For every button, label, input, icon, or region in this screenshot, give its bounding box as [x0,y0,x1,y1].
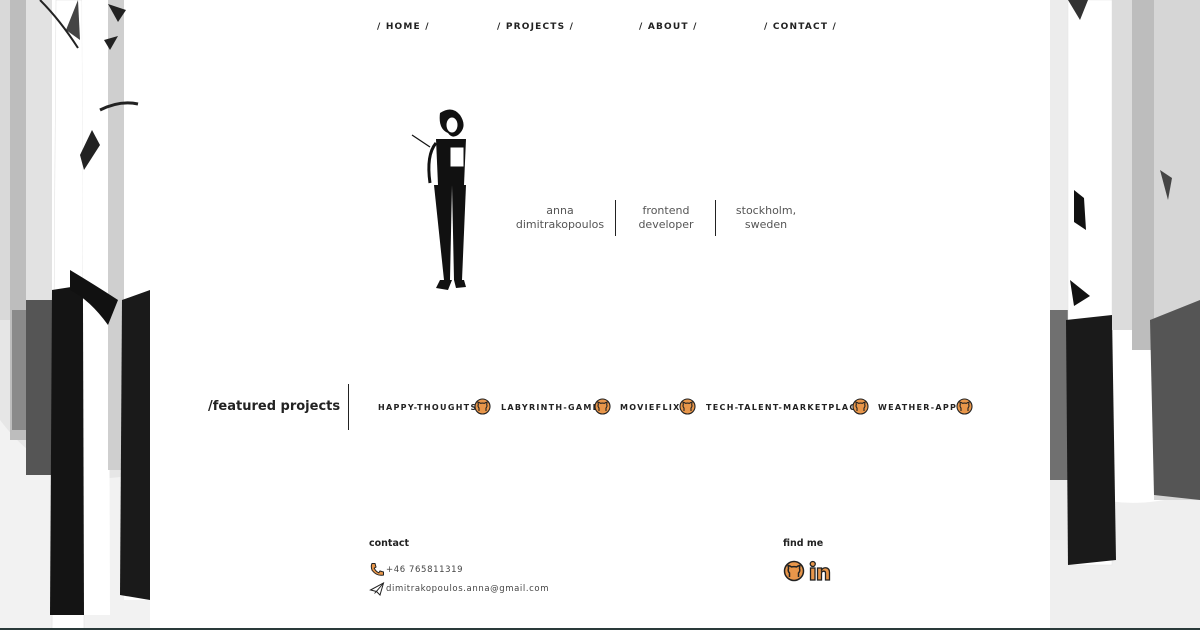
nav-projects[interactable]: / PROJECTS / [497,22,574,32]
contact-phone[interactable]: +46 765811319 [386,565,463,575]
featured-projects-title: /featured projects [208,399,341,414]
featured-divider [348,384,349,430]
contact-heading: contact [369,538,410,549]
github-icon[interactable] [852,398,869,415]
hero-role: frontend developer [638,204,694,231]
project-weather-app[interactable]: WEATHER-APP [878,403,957,412]
nav-about[interactable]: / ABOUT / [639,22,698,32]
nav-home[interactable]: / HOME / [377,22,430,32]
contact-email[interactable]: dimitrakopoulos.anna@gmail.com [386,584,549,594]
forest-illustration-left [0,0,150,630]
forest-illustration-right [1050,0,1200,630]
linkedin-icon[interactable] [809,560,831,582]
phone-icon [369,562,385,578]
developer-illustration [408,105,478,300]
find-me-heading: find me [783,538,824,549]
project-happy-thoughts[interactable]: HAPPY-THOUGHTS [378,403,478,412]
hero-name: anna dimitrakopoulos [515,204,605,231]
github-icon[interactable] [956,398,973,415]
hero-location: stockholm, sweden [735,204,797,231]
github-icon[interactable] [474,398,491,415]
nav-contact[interactable]: / CONTACT / [764,22,837,32]
project-labyrinth-game[interactable]: LABYRINTH-GAME [501,403,599,412]
github-icon[interactable] [679,398,696,415]
github-icon[interactable] [594,398,611,415]
paper-plane-icon [369,581,385,597]
project-movieflix[interactable]: MOVIEFLIX [620,403,681,412]
project-tech-talent-marketplace[interactable]: TECH-TALENT-MARKETPLACE [706,403,863,412]
github-icon[interactable] [783,560,805,582]
main-nav: / HOME / / PROJECTS / / ABOUT / / CONTAC… [0,22,1200,36]
